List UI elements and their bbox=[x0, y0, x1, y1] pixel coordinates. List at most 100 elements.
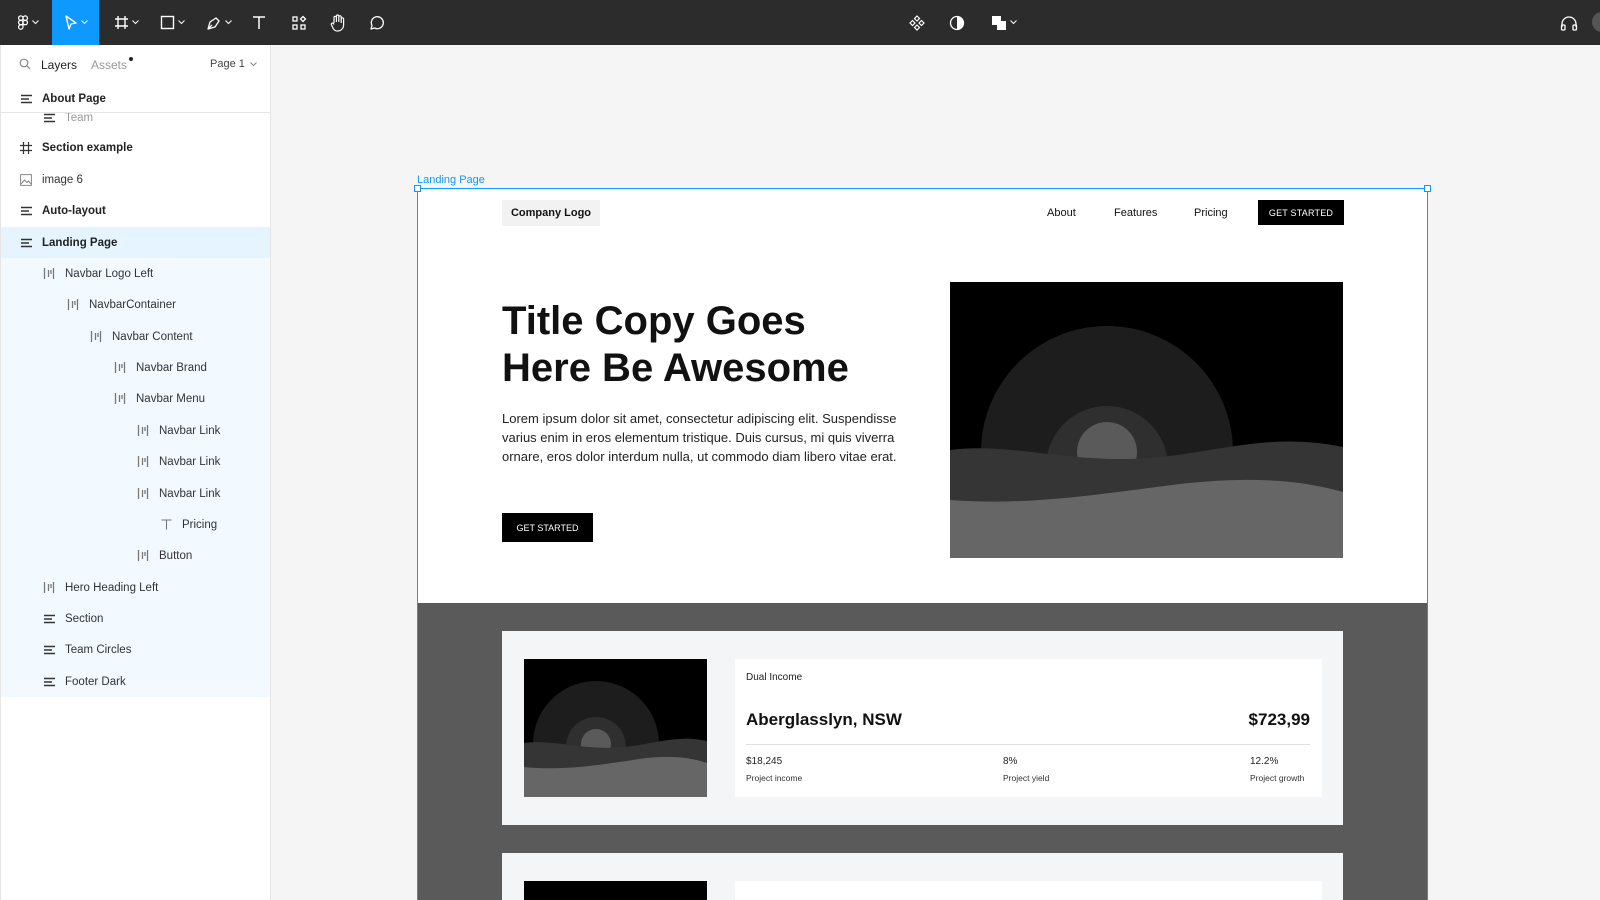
mask-contrast-icon bbox=[949, 15, 965, 30]
layer-label: Navbar Logo Left bbox=[65, 267, 154, 280]
resources-tool-button[interactable] bbox=[286, 0, 312, 45]
rectangle-icon bbox=[160, 15, 174, 30]
autolayout-horizontal-icon bbox=[136, 487, 150, 501]
autolayout-horizontal-icon bbox=[42, 267, 56, 281]
search-icon[interactable] bbox=[19, 58, 31, 70]
stat-growth-label: Project growth bbox=[1250, 773, 1305, 783]
page-selector-label: Page 1 bbox=[210, 58, 245, 70]
hero-get-started-button[interactable]: GET STARTED bbox=[502, 513, 593, 542]
autolayout-horizontal-icon bbox=[136, 549, 150, 563]
resources-icon bbox=[292, 15, 307, 30]
layer-image-6[interactable]: image 6 bbox=[1, 164, 270, 195]
page-selector[interactable]: Page 1 bbox=[210, 58, 257, 70]
tab-layers[interactable]: Layers bbox=[41, 58, 77, 72]
layer-label: Navbar Brand bbox=[136, 361, 207, 374]
layer-section-example[interactable]: Section example bbox=[1, 132, 270, 163]
autolayout-horizontal-icon bbox=[136, 424, 150, 438]
hero-title[interactable]: Title Copy Goes Here Be Awesome bbox=[502, 298, 882, 392]
layer-label: Navbar Link bbox=[159, 424, 221, 437]
layer-footer-dark[interactable]: Footer Dark bbox=[1, 666, 270, 697]
main-menu-button[interactable] bbox=[8, 0, 48, 45]
autolayout-icon bbox=[19, 204, 33, 218]
chevron-down-icon bbox=[177, 20, 185, 25]
layer-section[interactable]: Section bbox=[1, 603, 270, 634]
nav-link-pricing[interactable]: Pricing bbox=[1194, 207, 1228, 219]
chevron-down-icon bbox=[1010, 20, 1017, 25]
layer-label: image 6 bbox=[42, 173, 83, 186]
layer-pricing[interactable]: Pricing bbox=[1, 509, 270, 540]
stat-yield-label: Project yield bbox=[1003, 773, 1050, 783]
autolayout-horizontal-icon bbox=[89, 330, 103, 344]
landing-page-frame[interactable]: Company Logo About Features Pricing GET … bbox=[417, 188, 1428, 900]
layer-label: Team bbox=[65, 111, 94, 124]
layer-button[interactable]: Button bbox=[1, 540, 270, 571]
hand-tool-button[interactable] bbox=[325, 0, 351, 45]
layer-team-circles[interactable]: Team Circles bbox=[1, 634, 270, 665]
chevron-down-icon bbox=[32, 20, 39, 25]
stat-growth-value: 12.2% bbox=[1250, 756, 1279, 767]
autolayout-icon bbox=[19, 92, 33, 106]
pen-tool-button[interactable] bbox=[198, 0, 240, 45]
layer-navbar-logo-left[interactable]: Navbar Logo Left bbox=[1, 258, 270, 289]
stat-income-label: Project income bbox=[746, 773, 803, 783]
chevron-down-icon bbox=[250, 62, 257, 67]
layer-landing-page[interactable]: Landing Page bbox=[1, 227, 270, 258]
layer-navbar-link[interactable]: Navbar Link bbox=[1, 446, 270, 477]
avatar[interactable] bbox=[1592, 12, 1600, 32]
layer-label: Landing Page bbox=[42, 236, 118, 249]
frame-label[interactable]: Landing Page bbox=[417, 174, 485, 186]
top-toolbar bbox=[0, 0, 1600, 45]
layer-about-page[interactable]: About Page bbox=[1, 85, 270, 113]
card-title: Aberglasslyn, NSW bbox=[746, 710, 902, 729]
layer-label: Team Circles bbox=[65, 643, 132, 656]
layer-navbar-menu[interactable]: Navbar Menu bbox=[1, 383, 270, 414]
boolean-union-icon bbox=[992, 15, 1006, 30]
image-icon bbox=[19, 173, 33, 187]
listing-card-2[interactable] bbox=[502, 853, 1343, 900]
resize-handle-top-left[interactable] bbox=[414, 185, 421, 192]
resize-handle-top-right[interactable] bbox=[1424, 185, 1431, 192]
create-component-button[interactable] bbox=[904, 0, 930, 45]
design-canvas[interactable]: Landing Page Company Logo About Features… bbox=[271, 45, 1600, 900]
tab-assets[interactable]: Assets bbox=[91, 58, 127, 72]
layer-auto-layout[interactable]: Auto-layout bbox=[1, 195, 270, 226]
nav-link-features[interactable]: Features bbox=[1114, 207, 1157, 219]
layer-hero-heading-left[interactable]: Hero Heading Left bbox=[1, 572, 270, 603]
chevron-down-icon bbox=[225, 20, 232, 25]
listing-section: Dual Income Aberglasslyn, NSW $723,99 $1… bbox=[417, 603, 1428, 900]
nav-link-about[interactable]: About bbox=[1047, 207, 1076, 219]
layer-label: Section example bbox=[42, 141, 133, 154]
panel-tabs: Layers Assets Page 1 bbox=[1, 45, 270, 85]
autolayout-icon bbox=[42, 643, 56, 657]
headphones-icon bbox=[1560, 15, 1578, 31]
chevron-down-icon bbox=[80, 20, 88, 25]
autolayout-horizontal-icon bbox=[113, 361, 127, 375]
layer-label: Button bbox=[159, 549, 193, 562]
shape-tool-button[interactable] bbox=[152, 0, 192, 45]
layer-navbar-link[interactable]: Navbar Link bbox=[1, 478, 270, 509]
mask-button[interactable] bbox=[944, 0, 970, 45]
layer-navbar-brand[interactable]: Navbar Brand bbox=[1, 352, 270, 383]
layer-navbarcontainer[interactable]: NavbarContainer bbox=[1, 289, 270, 320]
layer-label: About Page bbox=[42, 92, 106, 105]
company-logo[interactable]: Company Logo bbox=[502, 200, 600, 226]
hero-placeholder-image[interactable] bbox=[950, 282, 1343, 558]
layer-label: Hero Heading Left bbox=[65, 581, 159, 594]
text-tool-button[interactable] bbox=[246, 0, 272, 45]
nav-get-started-button[interactable]: GET STARTED bbox=[1258, 200, 1344, 225]
chevron-down-icon bbox=[131, 20, 139, 25]
layer-navbar-link[interactable]: Navbar Link bbox=[1, 415, 270, 446]
frame-tool-button[interactable] bbox=[106, 0, 146, 45]
boolean-operations-button[interactable] bbox=[986, 0, 1022, 45]
pen-icon bbox=[207, 16, 220, 30]
layer-label: Pricing bbox=[182, 518, 218, 531]
layer-navbar-content[interactable]: Navbar Content bbox=[1, 321, 270, 352]
move-tool-button[interactable] bbox=[52, 0, 99, 45]
card-details: Dual Income Aberglasslyn, NSW $723,99 $1… bbox=[735, 659, 1322, 797]
hero-body[interactable]: Lorem ipsum dolor sit amet, consectetur … bbox=[502, 409, 902, 466]
card-price: $723,99 bbox=[1248, 710, 1310, 729]
autolayout-icon bbox=[42, 612, 56, 626]
listing-card[interactable]: Dual Income Aberglasslyn, NSW $723,99 $1… bbox=[502, 631, 1343, 825]
audio-call-button[interactable] bbox=[1556, 0, 1582, 45]
comment-tool-button[interactable] bbox=[364, 0, 390, 45]
